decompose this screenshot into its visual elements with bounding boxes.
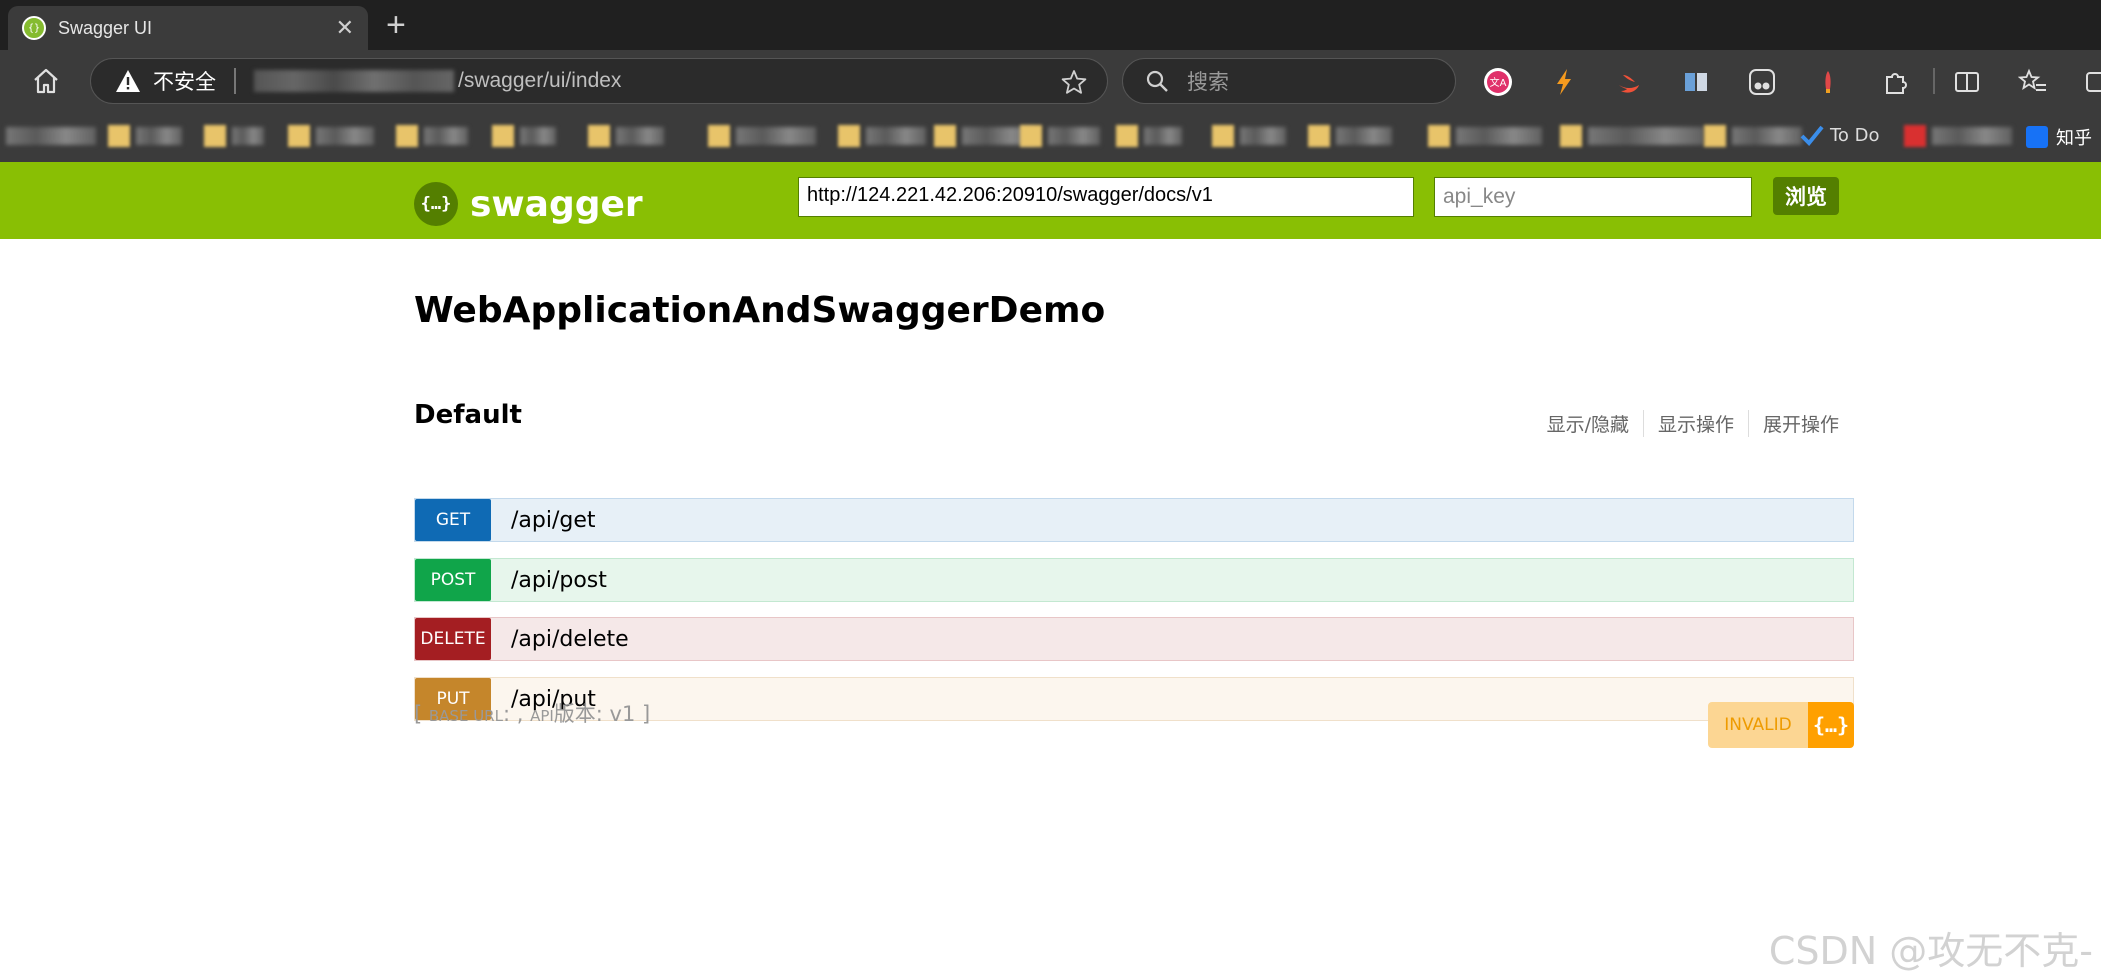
bookmark-item[interactable] <box>1560 124 1704 148</box>
bookmark-todo-label: To Do <box>1830 124 1880 146</box>
swagger-favicon-icon: {} <box>22 16 46 40</box>
address-divider <box>234 68 236 94</box>
bookmark-item[interactable] <box>1904 124 2012 148</box>
url-path: /swagger/ui/index <box>458 69 622 92</box>
bookmark-item[interactable] <box>288 124 374 148</box>
base-url-label: BASE URL <box>428 707 503 725</box>
expand-operations-link[interactable]: 展开操作 <box>1747 410 1839 437</box>
method-badge: POST <box>415 559 491 601</box>
bookmark-item[interactable] <box>396 124 468 148</box>
bookmark-item[interactable] <box>838 124 926 148</box>
browser-toolbar: 不安全 /swagger/ui/index 搜索 文A <box>0 50 2101 112</box>
warning-icon <box>116 70 140 92</box>
validator-badge[interactable]: INVALID {…} <box>1708 702 1854 748</box>
security-label: 不安全 <box>153 70 216 94</box>
base-url-value: : , <box>502 702 531 726</box>
svg-text:文A: 文A <box>1490 76 1507 89</box>
bookmark-item[interactable] <box>0 124 96 148</box>
bookmark-item[interactable] <box>204 124 264 148</box>
method-badge: GET <box>415 499 491 541</box>
search-icon <box>1146 70 1168 92</box>
operation-get[interactable]: GET /api/get <box>414 498 1854 542</box>
resource-actions: 显示/隐藏 显示操作 展开操作 <box>1533 410 1839 437</box>
extensions-puzzle-icon[interactable] <box>1880 67 1910 97</box>
bookmark-item[interactable] <box>1428 124 1542 148</box>
bookmark-item[interactable] <box>708 124 816 148</box>
tab-title: Swagger UI <box>58 17 153 38</box>
swift-extension-icon[interactable] <box>1615 67 1645 97</box>
swagger-logo-text: swagger <box>470 183 643 225</box>
validator-label: INVALID <box>1708 702 1808 748</box>
api-title: WebApplicationAndSwaggerDemo <box>414 290 1106 331</box>
favorites-icon[interactable] <box>2018 67 2048 97</box>
resource-heading[interactable]: Default <box>414 400 522 430</box>
api-key-input[interactable] <box>1434 177 1752 217</box>
translate-extension-icon[interactable]: 文A <box>1483 67 1513 97</box>
operation-post[interactable]: POST /api/post <box>414 558 1854 602</box>
search-box[interactable]: 搜索 <box>1122 58 1456 104</box>
bookmark-item[interactable] <box>588 124 664 148</box>
lightning-extension-icon[interactable] <box>1549 67 1579 97</box>
bookmark-zhihu[interactable]: 知乎 <box>2026 124 2092 150</box>
tool-extension-icon[interactable] <box>1681 67 1711 97</box>
spec-url-input[interactable]: http://124.221.42.206:20910/swagger/docs… <box>798 177 1414 217</box>
new-tab-button[interactable]: + <box>386 8 406 42</box>
favorite-star-icon[interactable] <box>1061 69 1087 95</box>
method-badge: DELETE <box>415 618 491 660</box>
bookmark-item[interactable] <box>1020 124 1100 148</box>
bookmarks-bar: To Do 知乎 <box>0 112 2101 162</box>
home-icon[interactable] <box>30 65 62 97</box>
todo-check-icon <box>1800 125 1824 146</box>
base-url-open: [ <box>414 702 429 726</box>
rocket-extension-icon[interactable] <box>1813 67 1843 97</box>
operation-path: /api/post <box>511 567 607 593</box>
search-placeholder: 搜索 <box>1187 70 1229 94</box>
list-operations-link[interactable]: 显示操作 <box>1642 410 1748 437</box>
toolbar-divider <box>1933 68 1935 94</box>
address-bar[interactable]: 不安全 /swagger/ui/index <box>90 58 1108 104</box>
bookmark-item[interactable] <box>1704 124 1802 148</box>
bookmark-item[interactable] <box>1212 124 1286 148</box>
browser-tab[interactable]: {} Swagger UI ✕ <box>8 6 368 50</box>
watermark: CSDN @攻无不克- <box>1768 929 2093 973</box>
zhihu-icon <box>2026 126 2048 148</box>
operation-path: /api/delete <box>511 626 629 652</box>
bookmark-item[interactable] <box>108 124 182 148</box>
base-url-footer: [ BASE URL: , API版本: v1 ] <box>414 698 650 728</box>
tab-close-icon[interactable]: ✕ <box>336 16 354 41</box>
swagger-header: {…} swagger http://124.221.42.206:20910/… <box>0 162 2101 239</box>
api-label: API <box>530 707 554 725</box>
browser-tab-bar: {} Swagger UI ✕ + <box>0 0 2101 50</box>
split-screen-icon[interactable] <box>1952 67 1982 97</box>
api-version: 版本: v1 ] <box>553 702 651 726</box>
collections-icon[interactable] <box>2084 67 2101 97</box>
operation-delete[interactable]: DELETE /api/delete <box>414 617 1854 661</box>
explore-button[interactable]: 浏览 <box>1773 177 1839 215</box>
bookmark-todo[interactable]: To Do <box>1800 124 1880 146</box>
bookmark-item[interactable] <box>1308 124 1392 148</box>
operation-path: /api/get <box>511 507 596 533</box>
url-host-redacted <box>254 70 454 92</box>
bookmark-item[interactable] <box>1116 124 1182 148</box>
swagger-logo-icon: {…} <box>414 182 458 226</box>
swagger-page: {…} swagger http://124.221.42.206:20910/… <box>0 162 2101 979</box>
swagger-logo[interactable]: {…} swagger <box>414 182 643 226</box>
show-hide-link[interactable]: 显示/隐藏 <box>1533 410 1643 437</box>
validator-icon: {…} <box>1808 702 1854 748</box>
bookmark-zhihu-label: 知乎 <box>2056 128 2092 149</box>
tampermonkey-extension-icon[interactable] <box>1747 67 1777 97</box>
bookmark-item[interactable] <box>492 124 556 148</box>
